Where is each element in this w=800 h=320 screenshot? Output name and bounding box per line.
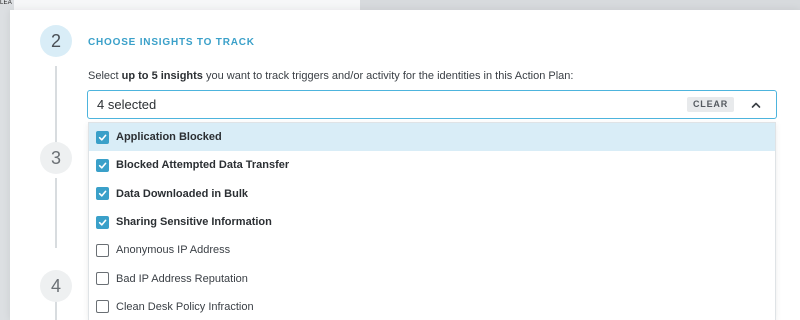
insights-panel: 2 3 4 CHOOSE INSIGHTS TO TRACK Select up… xyxy=(10,10,800,320)
instructions-suffix: you want to track triggers and/or activi… xyxy=(202,70,574,82)
option-item[interactable]: Application Blocked xyxy=(89,123,775,152)
checkmark-icon xyxy=(98,190,107,197)
checkbox-checked[interactable] xyxy=(96,158,109,172)
option-label: Bad IP Address Reputation xyxy=(116,272,248,285)
step-number: 3 xyxy=(50,147,61,168)
instructions-text: Select up to 5 insights you want to trac… xyxy=(88,70,573,82)
checkmark-icon xyxy=(98,134,107,141)
option-label: Blocked Attempted Data Transfer xyxy=(116,159,290,172)
option-label: Sharing Sensitive Information xyxy=(116,216,272,229)
insights-dropdown-list: Application Blocked Blocked Attempted Dat… xyxy=(88,122,776,320)
option-item[interactable]: Sharing Sensitive Information xyxy=(89,208,775,236)
option-item[interactable]: Clean Desk Policy Infraction xyxy=(89,293,775,320)
option-label: Clean Desk Policy Infraction xyxy=(116,300,254,313)
option-label: Application Blocked xyxy=(116,131,222,144)
checkmark-icon xyxy=(98,219,107,226)
checkbox-checked[interactable] xyxy=(96,215,109,229)
chevron-up-icon[interactable] xyxy=(750,99,762,111)
checkbox-unchecked[interactable] xyxy=(96,243,109,257)
select-value: 4 selected xyxy=(97,97,157,112)
checkmark-icon xyxy=(98,162,107,169)
background-tag: LEA xyxy=(0,0,12,6)
instructions-limit: up to 5 insights xyxy=(121,70,203,82)
section-title: CHOOSE INSIGHTS TO TRACK xyxy=(88,37,255,48)
step-number: 4 xyxy=(50,275,61,296)
insights-select[interactable]: 4 selected CLEAR xyxy=(87,90,777,119)
option-item[interactable]: Data Downloaded in Bulk xyxy=(89,180,775,208)
option-item[interactable]: Blocked Attempted Data Transfer xyxy=(89,151,775,179)
step-4-indicator[interactable]: 4 xyxy=(40,270,72,302)
option-label: Anonymous IP Address xyxy=(116,244,231,257)
option-item[interactable]: Bad IP Address Reputation xyxy=(89,264,775,292)
checkbox-checked[interactable] xyxy=(96,130,109,144)
checkbox-unchecked[interactable] xyxy=(96,300,109,314)
checkbox-checked[interactable] xyxy=(96,187,109,201)
checkbox-unchecked[interactable] xyxy=(96,272,109,286)
option-label: Data Downloaded in Bulk xyxy=(116,187,249,200)
clear-button[interactable]: CLEAR xyxy=(687,97,734,112)
step-3-indicator[interactable]: 3 xyxy=(40,142,72,174)
step-2-indicator: 2 xyxy=(40,25,72,57)
instructions-prefix: Select xyxy=(88,70,122,82)
step-number: 2 xyxy=(50,30,61,51)
option-item[interactable]: Anonymous IP Address xyxy=(89,236,775,264)
stepper-line xyxy=(55,300,57,320)
stepper-line xyxy=(55,178,57,248)
